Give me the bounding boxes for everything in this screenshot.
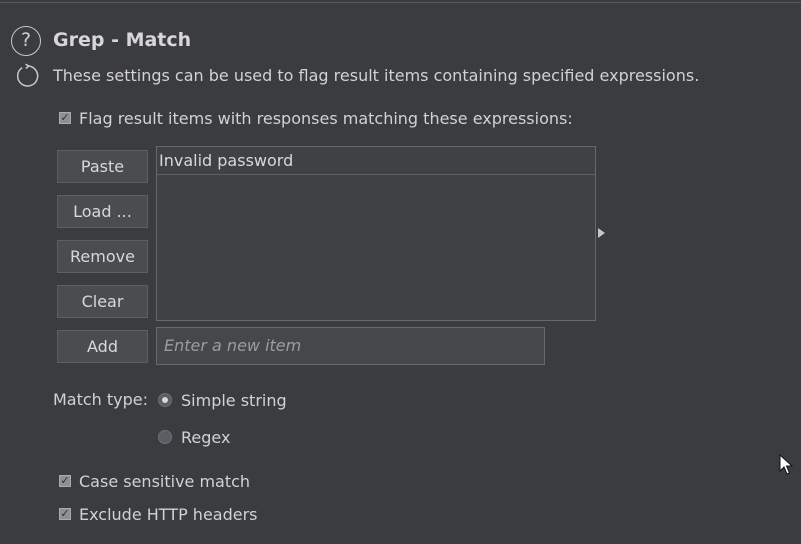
help-icon[interactable]: ? <box>11 26 41 56</box>
load-button[interactable]: Load ... <box>57 195 148 228</box>
match-type-regex-option[interactable]: Regex <box>158 425 230 449</box>
exclude-http-headers-option[interactable]: ✓ Exclude HTTP headers <box>59 503 258 525</box>
regex-label: Regex <box>181 427 231 447</box>
checkmark-icon: ✓ <box>60 111 70 124</box>
section-description: These settings can be used to flag resul… <box>53 66 700 85</box>
refresh-icon[interactable] <box>14 63 40 89</box>
grep-match-settings-panel: ? Grep - Match These settings can be use… <box>0 0 801 544</box>
simple-string-label: Simple string <box>181 390 287 410</box>
match-type-label: Match type: <box>53 390 149 409</box>
remove-button[interactable]: Remove <box>57 240 148 273</box>
case-sensitive-match-option[interactable]: ✓ Case sensitive match <box>59 470 250 492</box>
simple-string-radio[interactable] <box>158 393 172 407</box>
clear-button[interactable]: Clear <box>57 285 148 318</box>
panel-top-divider <box>0 2 801 3</box>
list-item[interactable]: Invalid password <box>157 147 595 175</box>
case-sensitive-checkbox[interactable]: ✓ <box>59 475 71 487</box>
section-title: Grep - Match <box>53 29 192 51</box>
match-type-simple-string-option[interactable]: Simple string <box>158 388 287 412</box>
mouse-cursor-icon <box>779 454 793 475</box>
checkmark-icon: ✓ <box>60 507 70 520</box>
collapse-arrow-icon[interactable] <box>598 228 605 238</box>
flag-result-items-option[interactable]: ✓ Flag result items with responses match… <box>59 107 573 129</box>
checkmark-icon: ✓ <box>60 474 70 487</box>
add-button[interactable]: Add <box>57 330 148 363</box>
expressions-list[interactable]: Invalid password <box>156 146 596 321</box>
exclude-headers-label: Exclude HTTP headers <box>79 504 258 524</box>
regex-radio[interactable] <box>158 430 172 444</box>
flag-result-items-label: Flag result items with responses matchin… <box>79 108 573 128</box>
paste-button[interactable]: Paste <box>57 150 148 183</box>
flag-result-items-checkbox[interactable]: ✓ <box>59 112 71 124</box>
exclude-headers-checkbox[interactable]: ✓ <box>59 508 71 520</box>
new-item-input[interactable]: Enter a new item <box>156 327 545 365</box>
case-sensitive-label: Case sensitive match <box>79 471 251 491</box>
